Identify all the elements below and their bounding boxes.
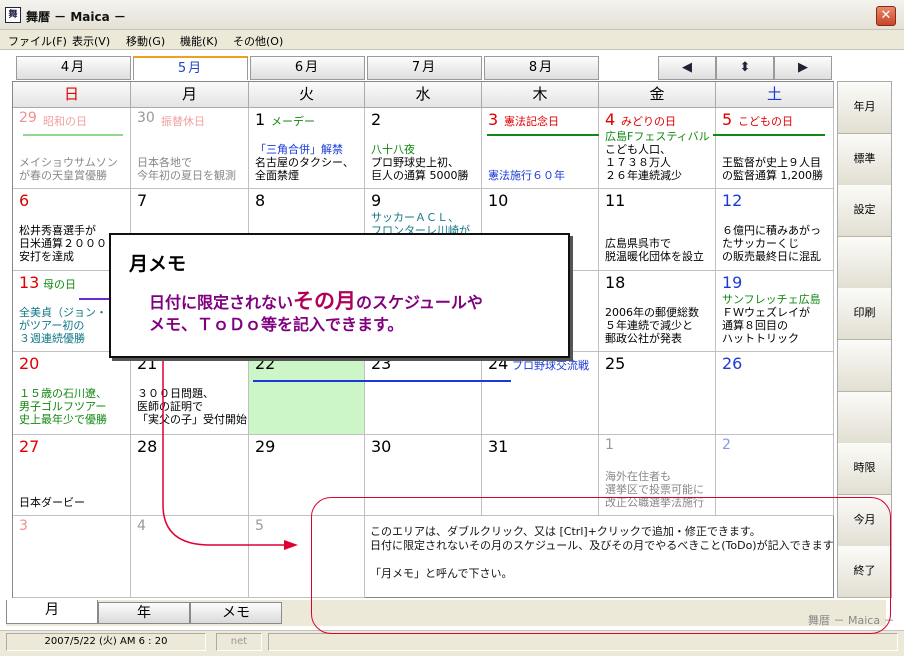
callout-text: 日付に限定されない [149, 293, 294, 312]
callout-line-2: メモ、ＴｏＤｏ等を記入できます。 [149, 315, 404, 334]
callout-title: 月メモ [129, 253, 187, 275]
month-memo-callout: 月メモ 日付に限定されないその月のスケジュールや メモ、ＴｏＤｏ等を記入できます… [109, 233, 570, 358]
callout-emphasis: その月 [293, 289, 357, 313]
callout-text: のスケジュールや [356, 293, 483, 312]
memo-highlight-outline [311, 497, 891, 634]
